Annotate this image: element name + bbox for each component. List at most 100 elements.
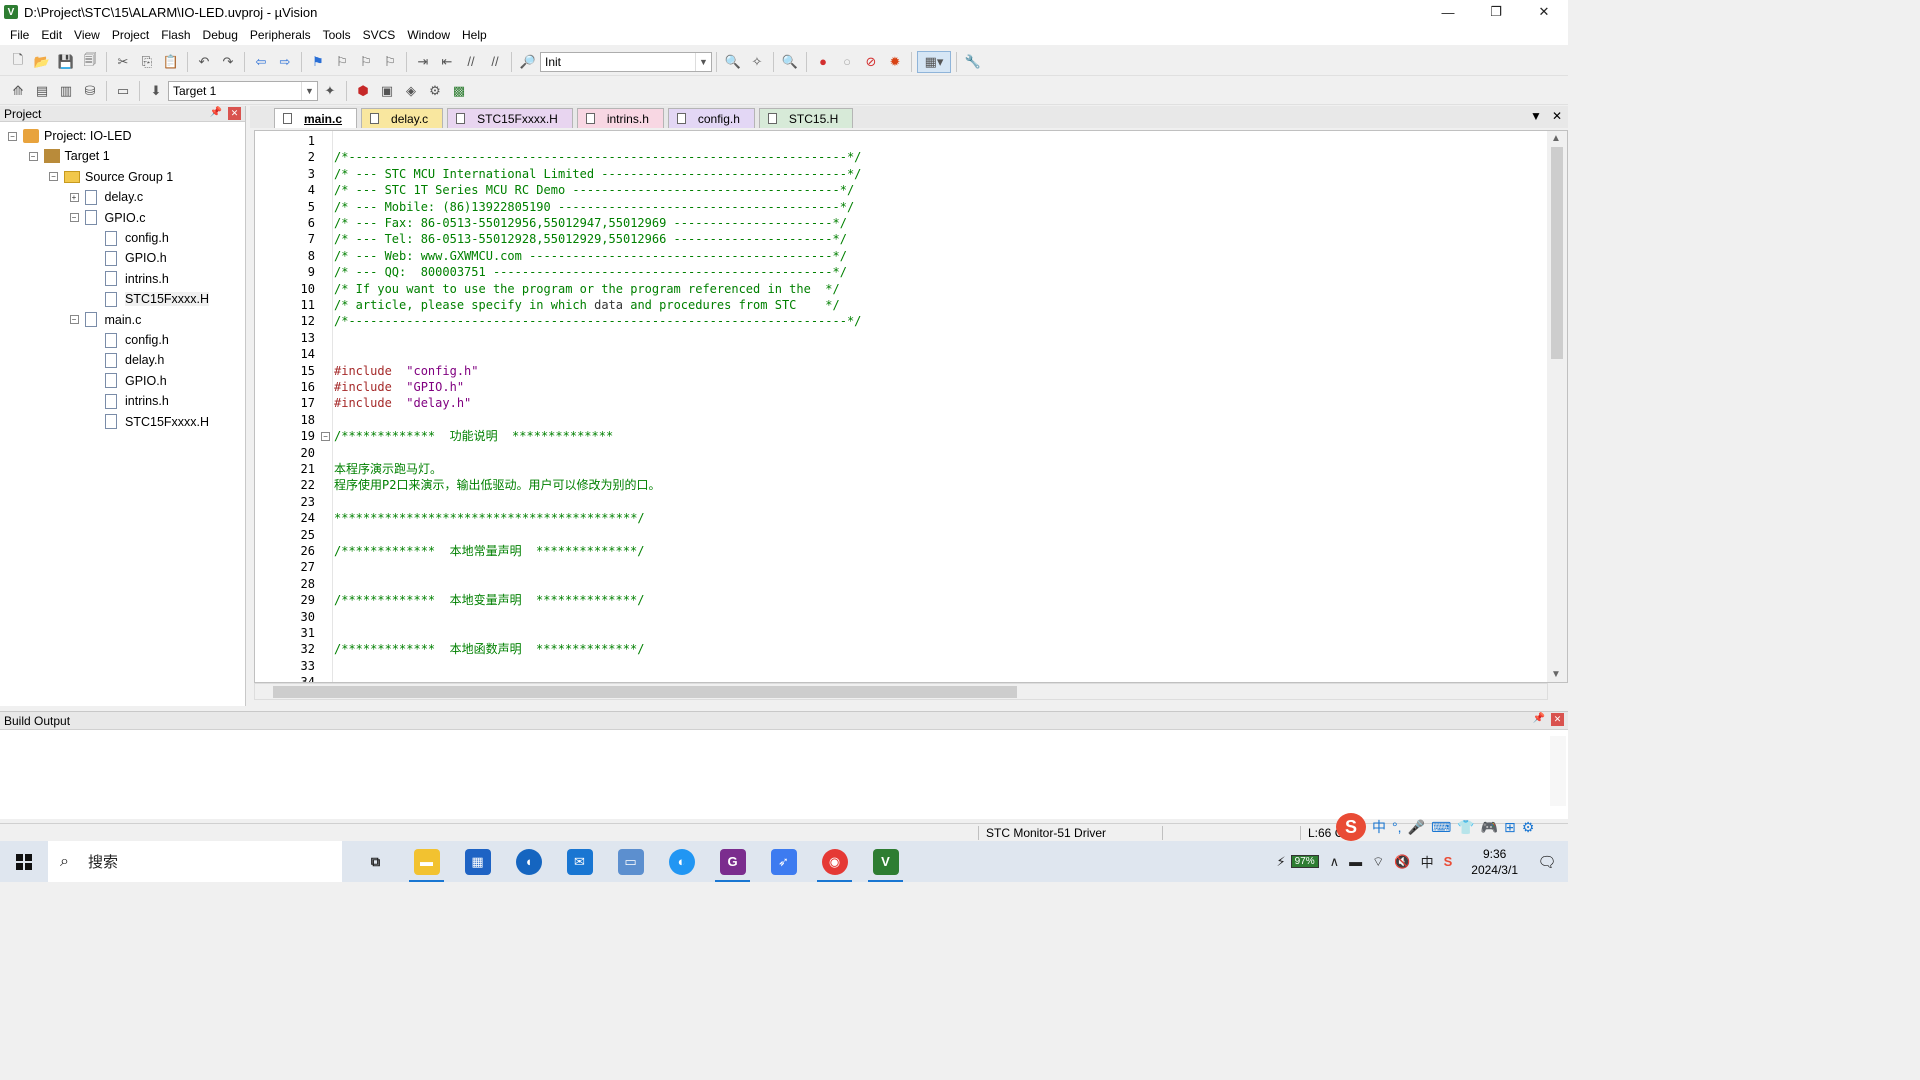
collapse-icon[interactable]: −: [49, 172, 58, 182]
menu-file[interactable]: File: [4, 28, 35, 42]
sogou-ime-icon[interactable]: S: [1336, 813, 1366, 841]
feishu-app-button[interactable]: ➶: [758, 841, 809, 882]
tree-node[interactable]: GPIO.h: [90, 248, 167, 268]
ime-tool-1[interactable]: 🎤: [1408, 819, 1425, 836]
select-packs-icon[interactable]: ◈: [400, 80, 422, 102]
chrome-button[interactable]: ◉: [809, 841, 860, 882]
scroll-down-icon[interactable]: ▼: [1551, 669, 1561, 680]
close-button[interactable]: ✕: [1520, 0, 1568, 24]
nav-back-icon[interactable]: ⇦: [250, 51, 272, 73]
editor-tab[interactable]: delay.c: [361, 108, 444, 128]
uncomment-icon[interactable]: //: [484, 51, 506, 73]
volume-muted-icon[interactable]: 🔇: [1394, 854, 1410, 870]
close-icon[interactable]: ✕: [1551, 713, 1564, 726]
stop-build-icon[interactable]: ▭: [112, 80, 134, 102]
editor-tab[interactable]: STC15.H: [758, 108, 854, 128]
menu-svcs[interactable]: SVCS: [357, 28, 402, 42]
breakpoint-kill-all-icon[interactable]: ✹: [884, 51, 906, 73]
sogou-tray-icon[interactable]: S: [1444, 854, 1453, 869]
expand-icon[interactable]: +: [69, 192, 79, 202]
code-area[interactable]: /*--------------------------------------…: [334, 131, 1545, 682]
batch-build-icon[interactable]: ⛁: [79, 80, 101, 102]
security-app-button[interactable]: ◖: [503, 841, 554, 882]
tree-node[interactable]: − Project: IO-LED: [8, 126, 132, 146]
cut-icon[interactable]: ✂: [112, 51, 134, 73]
tree-node[interactable]: − GPIO.c: [69, 208, 145, 228]
uvision-taskbar-button[interactable]: V: [860, 841, 911, 882]
taskbar-search[interactable]: ⌕ 搜索: [48, 841, 342, 882]
manage-project-items-icon[interactable]: ▣: [376, 80, 398, 102]
run-time-environment-icon[interactable]: ▩: [448, 80, 470, 102]
battery-indicator[interactable]: 97%: [1290, 855, 1319, 868]
breakpoint-disable-all-icon[interactable]: ⊘: [860, 51, 882, 73]
pack-installer-icon[interactable]: ⚙: [424, 80, 446, 102]
undo-icon[interactable]: ↶: [193, 51, 215, 73]
menu-window[interactable]: Window: [401, 28, 456, 42]
bookmark-clear-icon[interactable]: ⚐: [379, 51, 401, 73]
wifi-icon[interactable]: ⌔: [1372, 854, 1384, 870]
breakpoint-enable-icon[interactable]: ○: [836, 51, 858, 73]
pdf-app-button[interactable]: G: [707, 841, 758, 882]
menu-debug[interactable]: Debug: [197, 28, 244, 42]
file-explorer-button[interactable]: ▬: [401, 841, 452, 882]
paste-icon[interactable]: 📋: [160, 51, 182, 73]
ms-store-button[interactable]: ▦: [452, 841, 503, 882]
pin-icon[interactable]: 📌: [1533, 713, 1545, 726]
tree-node[interactable]: STC15Fxxxx.H: [90, 412, 209, 432]
copy-icon[interactable]: ⎘: [136, 51, 158, 73]
collapse-icon[interactable]: −: [69, 213, 79, 223]
bookmark-prev-icon[interactable]: ⚐: [331, 51, 353, 73]
ime-tool-4[interactable]: 🎮: [1481, 819, 1498, 836]
ime-tool-3[interactable]: 👕: [1457, 819, 1474, 836]
fold-collapse-icon[interactable]: −: [321, 432, 330, 442]
download-icon[interactable]: ⬇: [145, 80, 167, 102]
rebuild-icon[interactable]: ▥: [55, 80, 77, 102]
new-file-icon[interactable]: 🗋: [7, 51, 29, 73]
scroll-up-icon[interactable]: ▲: [1551, 133, 1561, 144]
nav-forward-icon[interactable]: ⇨: [274, 51, 296, 73]
start-button[interactable]: [0, 841, 48, 882]
tree-node[interactable]: intrins.h: [90, 391, 169, 411]
tree-node[interactable]: config.h: [90, 330, 169, 350]
target-combo[interactable]: Target 1 ▼: [168, 80, 318, 101]
tree-node[interactable]: GPIO.h: [90, 371, 167, 391]
find-icon[interactable]: 🔍: [722, 51, 744, 73]
computer-button[interactable]: ▭: [605, 841, 656, 882]
chevron-down-icon[interactable]: ▼: [301, 81, 317, 100]
translate-icon[interactable]: ⟰: [7, 80, 29, 102]
ime-tool-6[interactable]: ⚙: [1522, 819, 1535, 836]
code-editor[interactable]: 1 2 3 4 5 6 7 8 9 10 11 12 13 14 15 16 17 18 19 20 21 22 23 24 2…: [254, 130, 1568, 683]
ime-tool-2[interactable]: ⌨: [1431, 819, 1451, 836]
editor-hscrollbar[interactable]: [254, 683, 1548, 700]
editor-tab[interactable]: STC15Fxxxx.H: [447, 108, 573, 128]
menu-peripherals[interactable]: Peripherals: [244, 28, 317, 42]
battery-icon[interactable]: ▬: [1349, 854, 1362, 869]
task-view-button[interactable]: ⧉: [350, 841, 401, 882]
menu-help[interactable]: Help: [456, 28, 493, 42]
tree-node[interactable]: STC15Fxxxx.H: [90, 289, 210, 309]
window-layout-icon[interactable]: ▦▾: [917, 50, 951, 73]
pin-icon[interactable]: 📌: [210, 107, 222, 120]
find-combo[interactable]: Init ▼: [540, 51, 712, 72]
redo-icon[interactable]: ↷: [217, 51, 239, 73]
menu-project[interactable]: Project: [106, 28, 155, 42]
show-hidden-icons-icon[interactable]: ∧: [1330, 854, 1340, 870]
comment-icon[interactable]: //: [460, 51, 482, 73]
menu-tools[interactable]: Tools: [317, 28, 357, 42]
find-in-files-icon[interactable]: 🔎: [517, 51, 539, 73]
mail-button[interactable]: ✉: [554, 841, 605, 882]
menu-edit[interactable]: Edit: [35, 28, 68, 42]
ime-language-toggle[interactable]: 中: [1372, 817, 1386, 837]
close-icon[interactable]: ✕: [228, 107, 241, 120]
tree-node[interactable]: config.h: [90, 228, 169, 248]
incremental-find-icon[interactable]: ✧: [746, 51, 768, 73]
tree-node[interactable]: delay.h: [90, 350, 164, 370]
build-output-vscrollbar[interactable]: [1550, 736, 1566, 806]
tree-node[interactable]: + delay.c: [69, 187, 143, 207]
browser-app-button[interactable]: ◐: [656, 841, 707, 882]
bookmark-toggle-icon[interactable]: ⚑: [307, 51, 329, 73]
unindent-icon[interactable]: ⇤: [436, 51, 458, 73]
tree-node[interactable]: − Source Group 1: [49, 167, 173, 187]
restore-button[interactable]: ❐: [1472, 0, 1520, 24]
ime-tool-0[interactable]: °,: [1392, 819, 1402, 835]
